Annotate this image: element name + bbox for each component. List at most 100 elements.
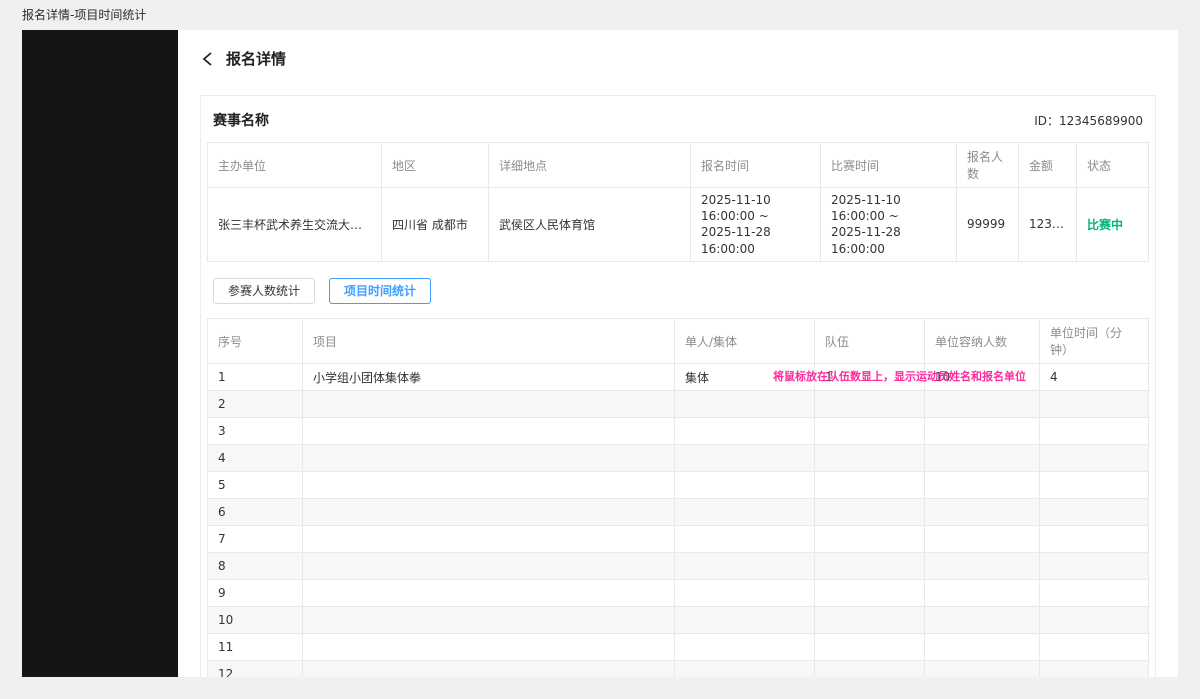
project-table-body: 1 小学组小团体集体拳 集体 1 10 4 2: [208, 364, 1149, 677]
cell-type: [675, 445, 815, 472]
cell-type: [675, 580, 815, 607]
cell-no: 12: [208, 661, 303, 677]
table-row: 12: [208, 661, 1149, 677]
cell-team[interactable]: [815, 499, 925, 526]
cell-project: 小学组小团体集体拳: [303, 364, 675, 391]
cell-minutes: [1040, 445, 1149, 472]
cell-team[interactable]: [815, 580, 925, 607]
cell-capacity: 10: [925, 364, 1040, 391]
cell-no: 2: [208, 391, 303, 418]
cell-project: [303, 661, 675, 677]
cell-team[interactable]: [815, 661, 925, 677]
cell-no: 1: [208, 364, 303, 391]
cell-capacity: [925, 634, 1040, 661]
cell-type: [675, 634, 815, 661]
app-layout: 报名详情 赛事名称 ID：12345689900 主办单位 地区: [22, 30, 1178, 677]
event-cell-signup-time: 2025-11-10 16:00:00 ~ 2025-11-28 16:00:0…: [691, 188, 821, 262]
cell-capacity: [925, 553, 1040, 580]
cell-type: [675, 661, 815, 677]
cell-team[interactable]: [815, 391, 925, 418]
cell-project: [303, 580, 675, 607]
table-row: 11: [208, 634, 1149, 661]
cell-capacity: [925, 418, 1040, 445]
cell-project: [303, 607, 675, 634]
event-title: 赛事名称: [213, 110, 269, 130]
cell-project: [303, 445, 675, 472]
cell-type: [675, 418, 815, 445]
event-col-region: 地区: [382, 143, 489, 188]
event-col-signup-time: 报名时间: [691, 143, 821, 188]
cell-minutes: [1040, 391, 1149, 418]
cell-type: [675, 472, 815, 499]
event-id-value: 12345689900: [1059, 114, 1143, 128]
event-status-badge: 比赛中: [1077, 188, 1149, 262]
project-col-minutes: 单位时间（分钟）: [1040, 319, 1149, 364]
event-col-venue: 详细地点: [489, 143, 691, 188]
cell-capacity: [925, 472, 1040, 499]
cell-project: [303, 499, 675, 526]
project-table-wrap: 序号 项目 单人/集体 队伍 单位容纳人数 单位时间（分钟） 1 小学: [207, 318, 1149, 677]
stats-tabs: 参赛人数统计 项目时间统计: [207, 278, 1149, 304]
tab-participant-count[interactable]: 参赛人数统计: [213, 278, 315, 304]
cell-project: [303, 472, 675, 499]
project-col-type: 单人/集体: [675, 319, 815, 364]
cell-capacity: [925, 445, 1040, 472]
cell-type: [675, 526, 815, 553]
cell-capacity: [925, 391, 1040, 418]
cell-no: 5: [208, 472, 303, 499]
table-row: 8: [208, 553, 1149, 580]
event-table: 主办单位 地区 详细地点 报名时间 比赛时间 报名人数 金额 状态 张三丰杯武术…: [207, 142, 1149, 262]
cell-minutes: [1040, 634, 1149, 661]
cell-project: [303, 391, 675, 418]
event-col-organizer: 主办单位: [208, 143, 382, 188]
cell-project: [303, 553, 675, 580]
cell-no: 11: [208, 634, 303, 661]
event-col-status: 状态: [1077, 143, 1149, 188]
page-header: 报名详情: [200, 30, 1156, 83]
table-row: 5: [208, 472, 1149, 499]
project-col-no: 序号: [208, 319, 303, 364]
event-cell-organizer: 张三丰杯武术养生交流大会组委会: [208, 188, 382, 262]
cell-team[interactable]: [815, 445, 925, 472]
cell-team[interactable]: [815, 472, 925, 499]
event-col-match-time: 比赛时间: [821, 143, 957, 188]
cell-type: [675, 553, 815, 580]
cell-project: [303, 526, 675, 553]
detail-card: 赛事名称 ID：12345689900 主办单位 地区 详细地点 报名时间: [200, 95, 1156, 677]
cell-team[interactable]: 1: [815, 364, 925, 391]
cell-no: 6: [208, 499, 303, 526]
cell-capacity: [925, 526, 1040, 553]
cell-project: [303, 418, 675, 445]
cell-no: 10: [208, 607, 303, 634]
event-cell-signup-count: 99999: [957, 188, 1019, 262]
table-row: 1 小学组小团体集体拳 集体 1 10 4: [208, 364, 1149, 391]
table-row: 6: [208, 499, 1149, 526]
event-cell-venue: 武侯区人民体育馆: [489, 188, 691, 262]
table-row: 7: [208, 526, 1149, 553]
cell-team[interactable]: [815, 553, 925, 580]
cell-type: [675, 499, 815, 526]
cell-no: 3: [208, 418, 303, 445]
cell-minutes: [1040, 472, 1149, 499]
cell-team[interactable]: [815, 634, 925, 661]
sidebar: [22, 30, 178, 677]
main-content: 报名详情 赛事名称 ID：12345689900 主办单位 地区: [178, 30, 1178, 677]
cell-minutes: [1040, 661, 1149, 677]
tab-project-time[interactable]: 项目时间统计: [329, 278, 431, 304]
event-row: 张三丰杯武术养生交流大会组委会 四川省 成都市 武侯区人民体育馆 2025-11…: [208, 188, 1149, 262]
back-icon[interactable]: [200, 51, 216, 67]
event-cell-match-time: 2025-11-10 16:00:00 ~ 2025-11-28 16:00:0…: [821, 188, 957, 262]
cell-minutes: [1040, 553, 1149, 580]
cell-team[interactable]: [815, 526, 925, 553]
table-row: 4: [208, 445, 1149, 472]
cell-minutes: [1040, 499, 1149, 526]
cell-project: [303, 634, 675, 661]
table-row: 9: [208, 580, 1149, 607]
cell-team[interactable]: [815, 607, 925, 634]
cell-team[interactable]: [815, 418, 925, 445]
project-table-header-row: 序号 项目 单人/集体 队伍 单位容纳人数 单位时间（分钟）: [208, 319, 1149, 364]
cell-capacity: [925, 607, 1040, 634]
cell-minutes: [1040, 607, 1149, 634]
cell-minutes: [1040, 526, 1149, 553]
project-col-team: 队伍: [815, 319, 925, 364]
